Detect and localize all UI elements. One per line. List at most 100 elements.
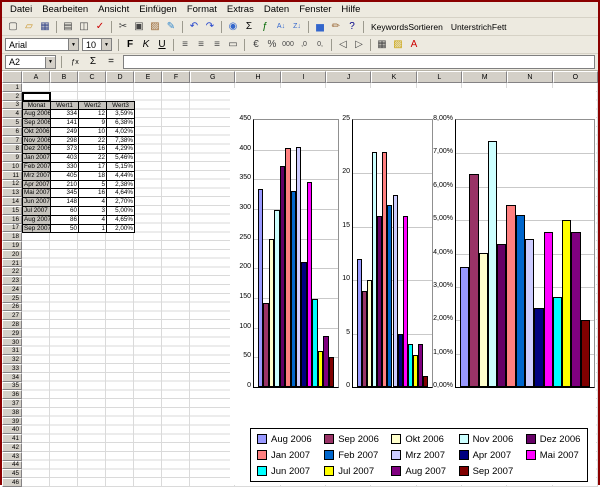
row-header-21[interactable]: 21: [2, 259, 22, 268]
drawing-button[interactable]: ✏: [329, 20, 344, 34]
cell-monat[interactable]: Nov 2006: [23, 137, 51, 146]
row-header-16[interactable]: 16: [2, 215, 22, 224]
table-row[interactable]: Mrz 2007405184,44%: [23, 172, 135, 181]
table-row[interactable]: Okt 2006249104,02%: [23, 128, 135, 137]
insert-hyperlink-button[interactable]: ◉: [226, 20, 241, 34]
table-row[interactable]: Jan 2007403225,46%: [23, 154, 135, 163]
row-header-10[interactable]: 10: [2, 162, 22, 171]
menu-item-datei[interactable]: Datei: [5, 4, 37, 15]
cell-wert3[interactable]: 4,02%: [107, 128, 135, 137]
row-header-7[interactable]: 7: [2, 136, 22, 145]
cell-wert3[interactable]: 5,00%: [107, 207, 135, 216]
row-header-2[interactable]: 2: [2, 92, 22, 101]
row-header-34[interactable]: 34: [2, 373, 22, 382]
cell-wert2[interactable]: 22: [79, 154, 107, 163]
formula-input[interactable]: [123, 55, 595, 69]
cell-wert3[interactable]: 6,38%: [107, 119, 135, 128]
cells-area[interactable]: MonatWert1Wert2Wert3Aug 2006334123,59%Se…: [22, 83, 598, 487]
paste-function-button[interactable]: ƒ: [258, 20, 273, 34]
underline-button[interactable]: U: [155, 38, 170, 52]
cell-wert2[interactable]: 9: [79, 119, 107, 128]
undo-button[interactable]: ↶: [187, 20, 202, 34]
cell-wert3[interactable]: 5,46%: [107, 154, 135, 163]
borders-button[interactable]: ▦: [375, 38, 390, 52]
align-left-button[interactable]: ≡: [178, 38, 193, 52]
decrease-indent-button[interactable]: ◁: [336, 38, 351, 52]
print-preview-button[interactable]: ◫: [77, 20, 92, 34]
cell-monat[interactable]: Apr 2007: [23, 181, 51, 190]
cell-wert1[interactable]: 249: [51, 128, 79, 137]
cell-wert1[interactable]: 298: [51, 137, 79, 146]
column-header-l[interactable]: L: [417, 71, 462, 83]
column-header-c[interactable]: C: [78, 71, 106, 83]
cell-wert1[interactable]: 50: [51, 225, 79, 234]
row-header-30[interactable]: 30: [2, 338, 22, 347]
cell-monat[interactable]: Sep 2006: [23, 119, 51, 128]
unterstrich-fett-button[interactable]: UnterstrichFett: [447, 22, 511, 32]
chevron-down-icon[interactable]: ▼: [101, 39, 111, 50]
cell-wert3[interactable]: 4,29%: [107, 145, 135, 154]
increase-indent-button[interactable]: ▷: [352, 38, 367, 52]
cell-wert2[interactable]: 22: [79, 137, 107, 146]
cell-wert3[interactable]: 7,38%: [107, 137, 135, 146]
cell-monat[interactable]: Dez 2006: [23, 145, 51, 154]
font-name-select[interactable]: Arial ▼: [5, 38, 79, 51]
cell-monat[interactable]: Jun 2007: [23, 198, 51, 207]
row-header-8[interactable]: 8: [2, 144, 22, 153]
row-header-14[interactable]: 14: [2, 197, 22, 206]
currency-button[interactable]: €: [249, 38, 264, 52]
row-header-3[interactable]: 3: [2, 101, 22, 110]
keywords-sortieren-button[interactable]: KeywordsSortieren: [367, 22, 447, 32]
menu-item-format[interactable]: Format: [182, 4, 222, 15]
table-row[interactable]: Aug 20078644,65%: [23, 216, 135, 225]
percent-style-button[interactable]: %: [265, 38, 280, 52]
row-header-37[interactable]: 37: [2, 399, 22, 408]
row-header-20[interactable]: 20: [2, 250, 22, 259]
row-header-13[interactable]: 13: [2, 188, 22, 197]
cell-monat[interactable]: Sep 2007: [23, 225, 51, 234]
table-row[interactable]: Mai 2007345164,64%: [23, 189, 135, 198]
cut-button[interactable]: ✂: [116, 20, 131, 34]
cell-wert2[interactable]: 18: [79, 172, 107, 181]
menu-item-fenster[interactable]: Fenster: [294, 4, 336, 15]
cell-wert1[interactable]: 373: [51, 145, 79, 154]
cell-monat[interactable]: Aug 2006: [23, 110, 51, 119]
cell-wert1[interactable]: 148: [51, 198, 79, 207]
row-header-24[interactable]: 24: [2, 285, 22, 294]
cell-monat[interactable]: Aug 2007: [23, 216, 51, 225]
cell-wert2[interactable]: 16: [79, 189, 107, 198]
row-header-35[interactable]: 35: [2, 382, 22, 391]
new-document-button[interactable]: ▢: [6, 20, 21, 34]
cell-wert3[interactable]: 4,64%: [107, 189, 135, 198]
table-row[interactable]: Jul 20076035,00%: [23, 207, 135, 216]
redo-button[interactable]: ↷: [203, 20, 218, 34]
cell-wert1[interactable]: 330: [51, 163, 79, 172]
row-header-15[interactable]: 15: [2, 206, 22, 215]
row-header-33[interactable]: 33: [2, 364, 22, 373]
cell-wert1[interactable]: 334: [51, 110, 79, 119]
row-header-42[interactable]: 42: [2, 443, 22, 452]
row-header-26[interactable]: 26: [2, 303, 22, 312]
row-header-32[interactable]: 32: [2, 355, 22, 364]
table-row[interactable]: Dez 2006373164,29%: [23, 145, 135, 154]
column-header-j[interactable]: J: [326, 71, 371, 83]
cell-reference-box[interactable]: A2 ▼: [5, 55, 56, 69]
save-button[interactable]: ▦: [38, 20, 53, 34]
cell-monat[interactable]: Jul 2007: [23, 207, 51, 216]
chart-wizard-button[interactable]: ▅: [313, 20, 328, 34]
cell-wert1[interactable]: 210: [51, 181, 79, 190]
cell-wert1[interactable]: 345: [51, 189, 79, 198]
column-header-b[interactable]: B: [50, 71, 78, 83]
cell-wert2[interactable]: 4: [79, 198, 107, 207]
equals-button[interactable]: =: [104, 55, 119, 69]
add-decimal-button[interactable]: ,0: [297, 38, 312, 52]
cell-wert1[interactable]: 403: [51, 154, 79, 163]
sum-button[interactable]: Σ: [86, 55, 101, 69]
row-header-28[interactable]: 28: [2, 320, 22, 329]
cell-wert1[interactable]: 405: [51, 172, 79, 181]
table-header-wert1[interactable]: Wert1: [51, 102, 79, 111]
table-row[interactable]: Jun 200714842,70%: [23, 198, 135, 207]
row-header-38[interactable]: 38: [2, 408, 22, 417]
open-button[interactable]: ▱: [22, 20, 37, 34]
merge-center-button[interactable]: ▭: [226, 38, 241, 52]
